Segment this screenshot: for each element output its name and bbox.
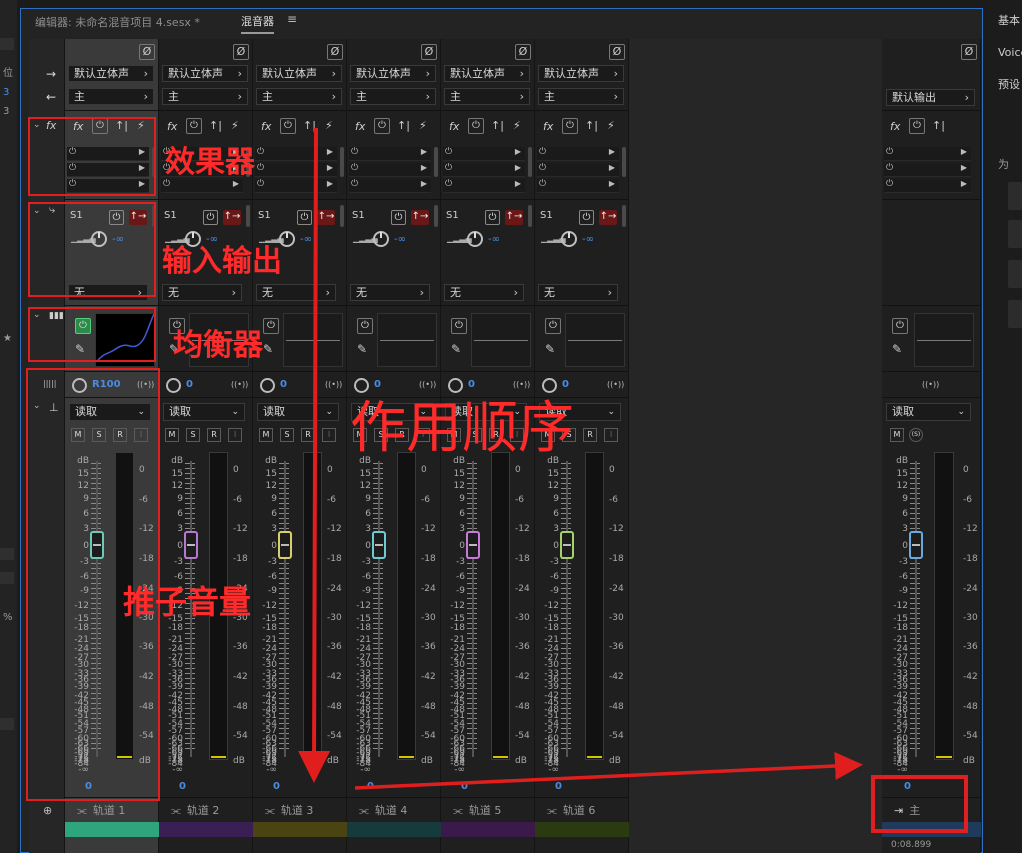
annotation-arrows — [298, 127, 863, 790]
annotation-arrow-down — [298, 127, 331, 783]
annotation-arrow-right — [354, 751, 863, 790]
audition-window: 位 3 3 ★ % 编辑器: 未命名混音项目 4.sesx * 混音器 ≡ → … — [0, 0, 1022, 853]
